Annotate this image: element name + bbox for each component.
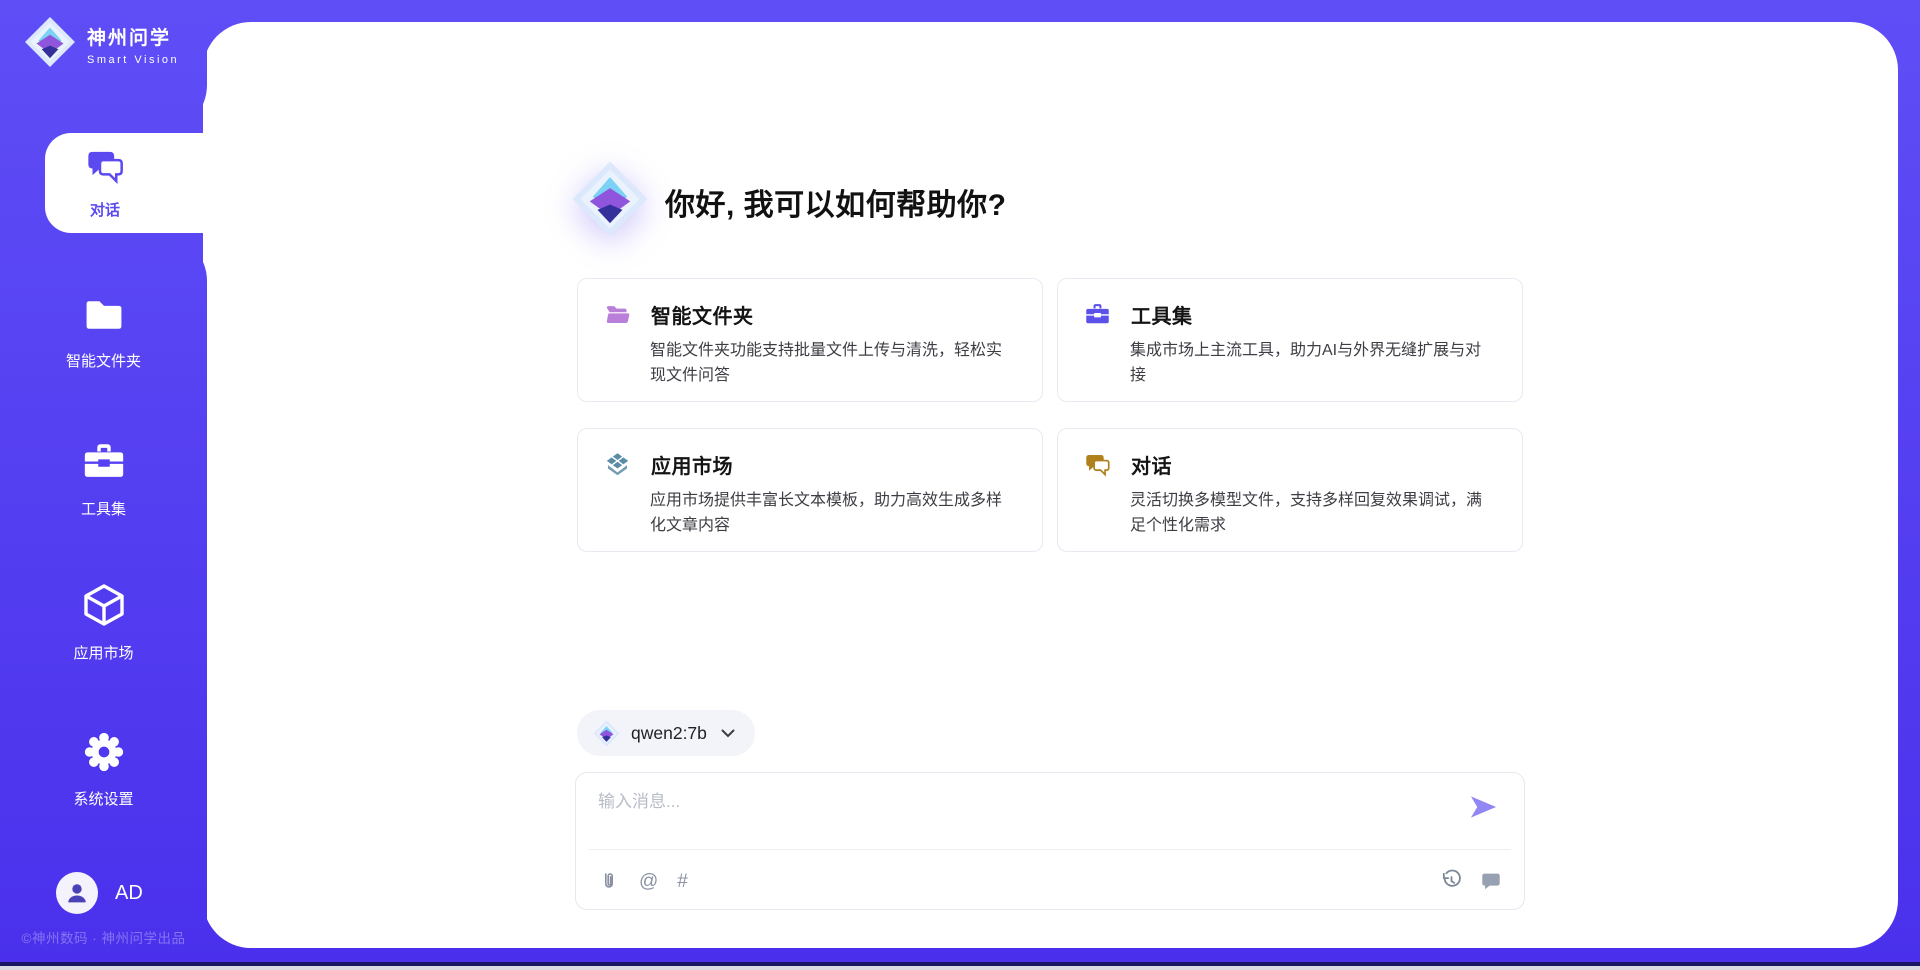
gear-icon [81,729,127,780]
chat-bubbles-icon [1084,451,1111,478]
toolbox-icon [81,439,127,490]
user-menu[interactable]: AD [56,872,143,914]
main-content: 你好, 我可以如何帮助你? 智能文件夹 智能文件夹功能支持批量文件上传与清洗，轻… [203,22,1898,948]
sidebar-item-label: 系统设置 [73,788,133,809]
sidebar-item-label: 对话 [90,199,120,220]
message-composer: @ # [575,772,1525,910]
card-description: 灵活切换多模型文件，支持多样回复效果调试，满足个性化需求 [1130,488,1486,538]
avatar [56,872,98,914]
card-smart-folder[interactable]: 智能文件夹 智能文件夹功能支持批量文件上传与清洗，轻松实现文件问答 [577,278,1043,402]
feedback-bubble-icon[interactable] [1480,870,1502,892]
toolbox-icon [1084,301,1111,328]
sidebar-item-label: 应用市场 [73,642,133,663]
sidebar-item-smart-folder[interactable]: 智能文件夹 [0,293,207,371]
card-description: 智能文件夹功能支持批量文件上传与清洗，轻松实现文件问答 [650,338,1006,388]
desktop-edge [0,966,1920,970]
sidebar-item-settings[interactable]: 系统设置 [0,729,207,809]
feature-cards: 智能文件夹 智能文件夹功能支持批量文件上传与清洗，轻松实现文件问答 工具集 集成… [577,278,1523,552]
folder-icon [82,293,126,342]
folder-open-icon [604,301,631,328]
card-app-market[interactable]: 应用市场 应用市场提供丰富长文本模板，助力高效生成多样化文章内容 [577,428,1043,552]
sidebar-top-shape: 神州问学 Smart Vision [0,0,207,133]
chevron-down-icon [721,729,735,738]
sidebar: 智能文件夹 工具集 应用市场 系统设置 [0,233,207,970]
card-title: 智能文件夹 [651,300,754,329]
card-description: 集成市场上主流工具，助力AI与外界无缝扩展与对接 [1130,338,1486,388]
message-input[interactable] [598,787,1458,843]
sidebar-item-label: 智能文件夹 [66,350,141,371]
attachment-icon[interactable] [598,870,620,892]
brand-diamond-icon [24,16,76,73]
send-icon[interactable] [1469,794,1498,825]
hashtag-icon[interactable]: # [677,872,688,891]
sidebar-item-app-market[interactable]: 应用市场 [0,581,207,663]
app-subtitle: Smart Vision [87,54,179,66]
card-description: 应用市场提供丰富长文本模板，助力高效生成多样化文章内容 [650,488,1006,538]
mention-icon[interactable]: @ [639,872,658,891]
cube-icon [80,581,128,634]
model-name: qwen2:7b [631,723,707,744]
app-window: 对话 神州问学 Smart Vision 智能文件夹 工具集 [0,0,1920,970]
sidebar-item-chat[interactable]: 对话 [45,133,223,233]
person-avatar-icon [62,878,92,908]
user-name: AD [115,882,143,905]
grid-box-icon [604,451,631,478]
card-title: 对话 [1131,450,1172,479]
card-toolset[interactable]: 工具集 集成市场上主流工具，助力AI与外界无缝扩展与对接 [1057,278,1523,402]
chat-bubbles-icon [85,146,125,191]
app-title: 神州问学 [87,23,179,50]
card-chat[interactable]: 对话 灵活切换多模型文件，支持多样回复效果调试，满足个性化需求 [1057,428,1523,552]
greeting-text: 你好, 我可以如何帮助你? [665,180,1007,224]
history-icon[interactable] [1440,869,1463,892]
brand-diamond-icon [593,720,620,747]
sidebar-item-toolset[interactable]: 工具集 [0,439,207,519]
composer-divider [589,849,1511,850]
copyright: ©神州数码 · 神州问学出品 [0,927,207,947]
card-title: 应用市场 [651,450,733,479]
model-selector[interactable]: qwen2:7b [577,710,755,756]
card-title: 工具集 [1131,300,1193,329]
sidebar-item-label: 工具集 [81,498,126,519]
brand: 神州问学 Smart Vision [24,16,179,73]
greeting: 你好, 我可以如何帮助你? [571,160,1007,243]
brand-diamond-icon [571,160,649,243]
